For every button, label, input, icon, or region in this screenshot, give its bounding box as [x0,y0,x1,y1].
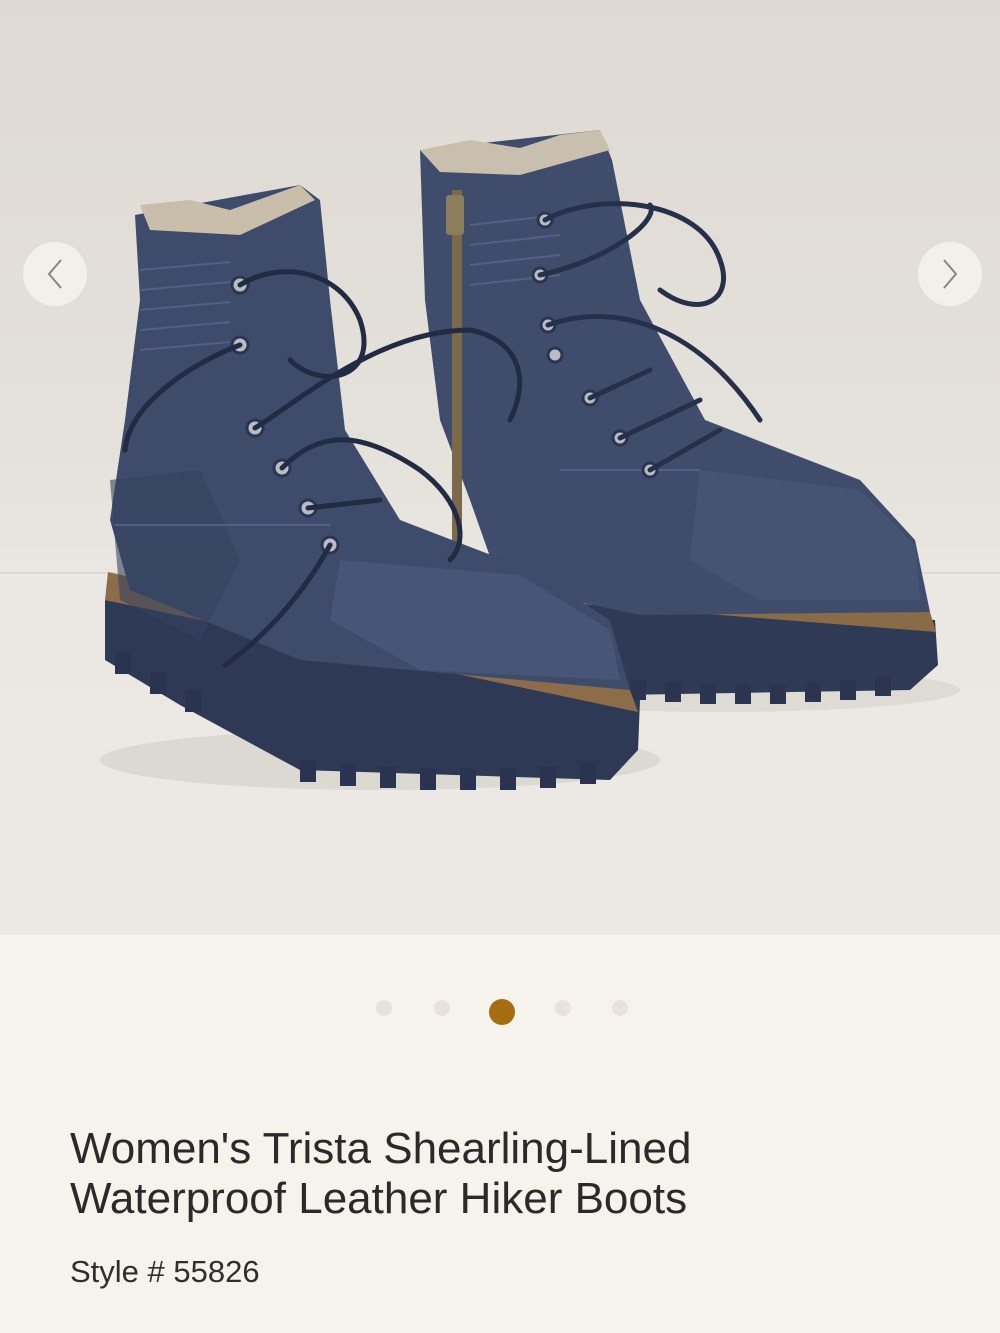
carousel-dot-4[interactable] [555,1000,571,1016]
style-number-value: 55826 [173,1254,260,1289]
carousel-dot-2[interactable] [434,1000,450,1016]
next-image-button[interactable] [918,242,982,306]
carousel-dot-1[interactable] [376,1000,392,1016]
carousel-dot-3-active[interactable] [489,999,515,1025]
product-title-line-1: Women's Trista Shearling-Lined [70,1124,692,1173]
product-image[interactable] [0,0,1000,935]
chevron-left-icon [47,259,62,289]
style-label: Style # [70,1254,165,1289]
product-image-gallery[interactable] [0,0,1000,935]
product-title-line-2: Waterproof Leather Hiker Boots [70,1174,688,1223]
carousel-pagination [0,995,1000,1029]
product-title: Women's Trista Shearling-Lined Waterproo… [70,1124,950,1224]
style-number: Style # 55826 [70,1254,260,1290]
chevron-right-icon [943,259,958,289]
previous-image-button[interactable] [23,242,87,306]
carousel-dot-5[interactable] [612,1000,628,1016]
